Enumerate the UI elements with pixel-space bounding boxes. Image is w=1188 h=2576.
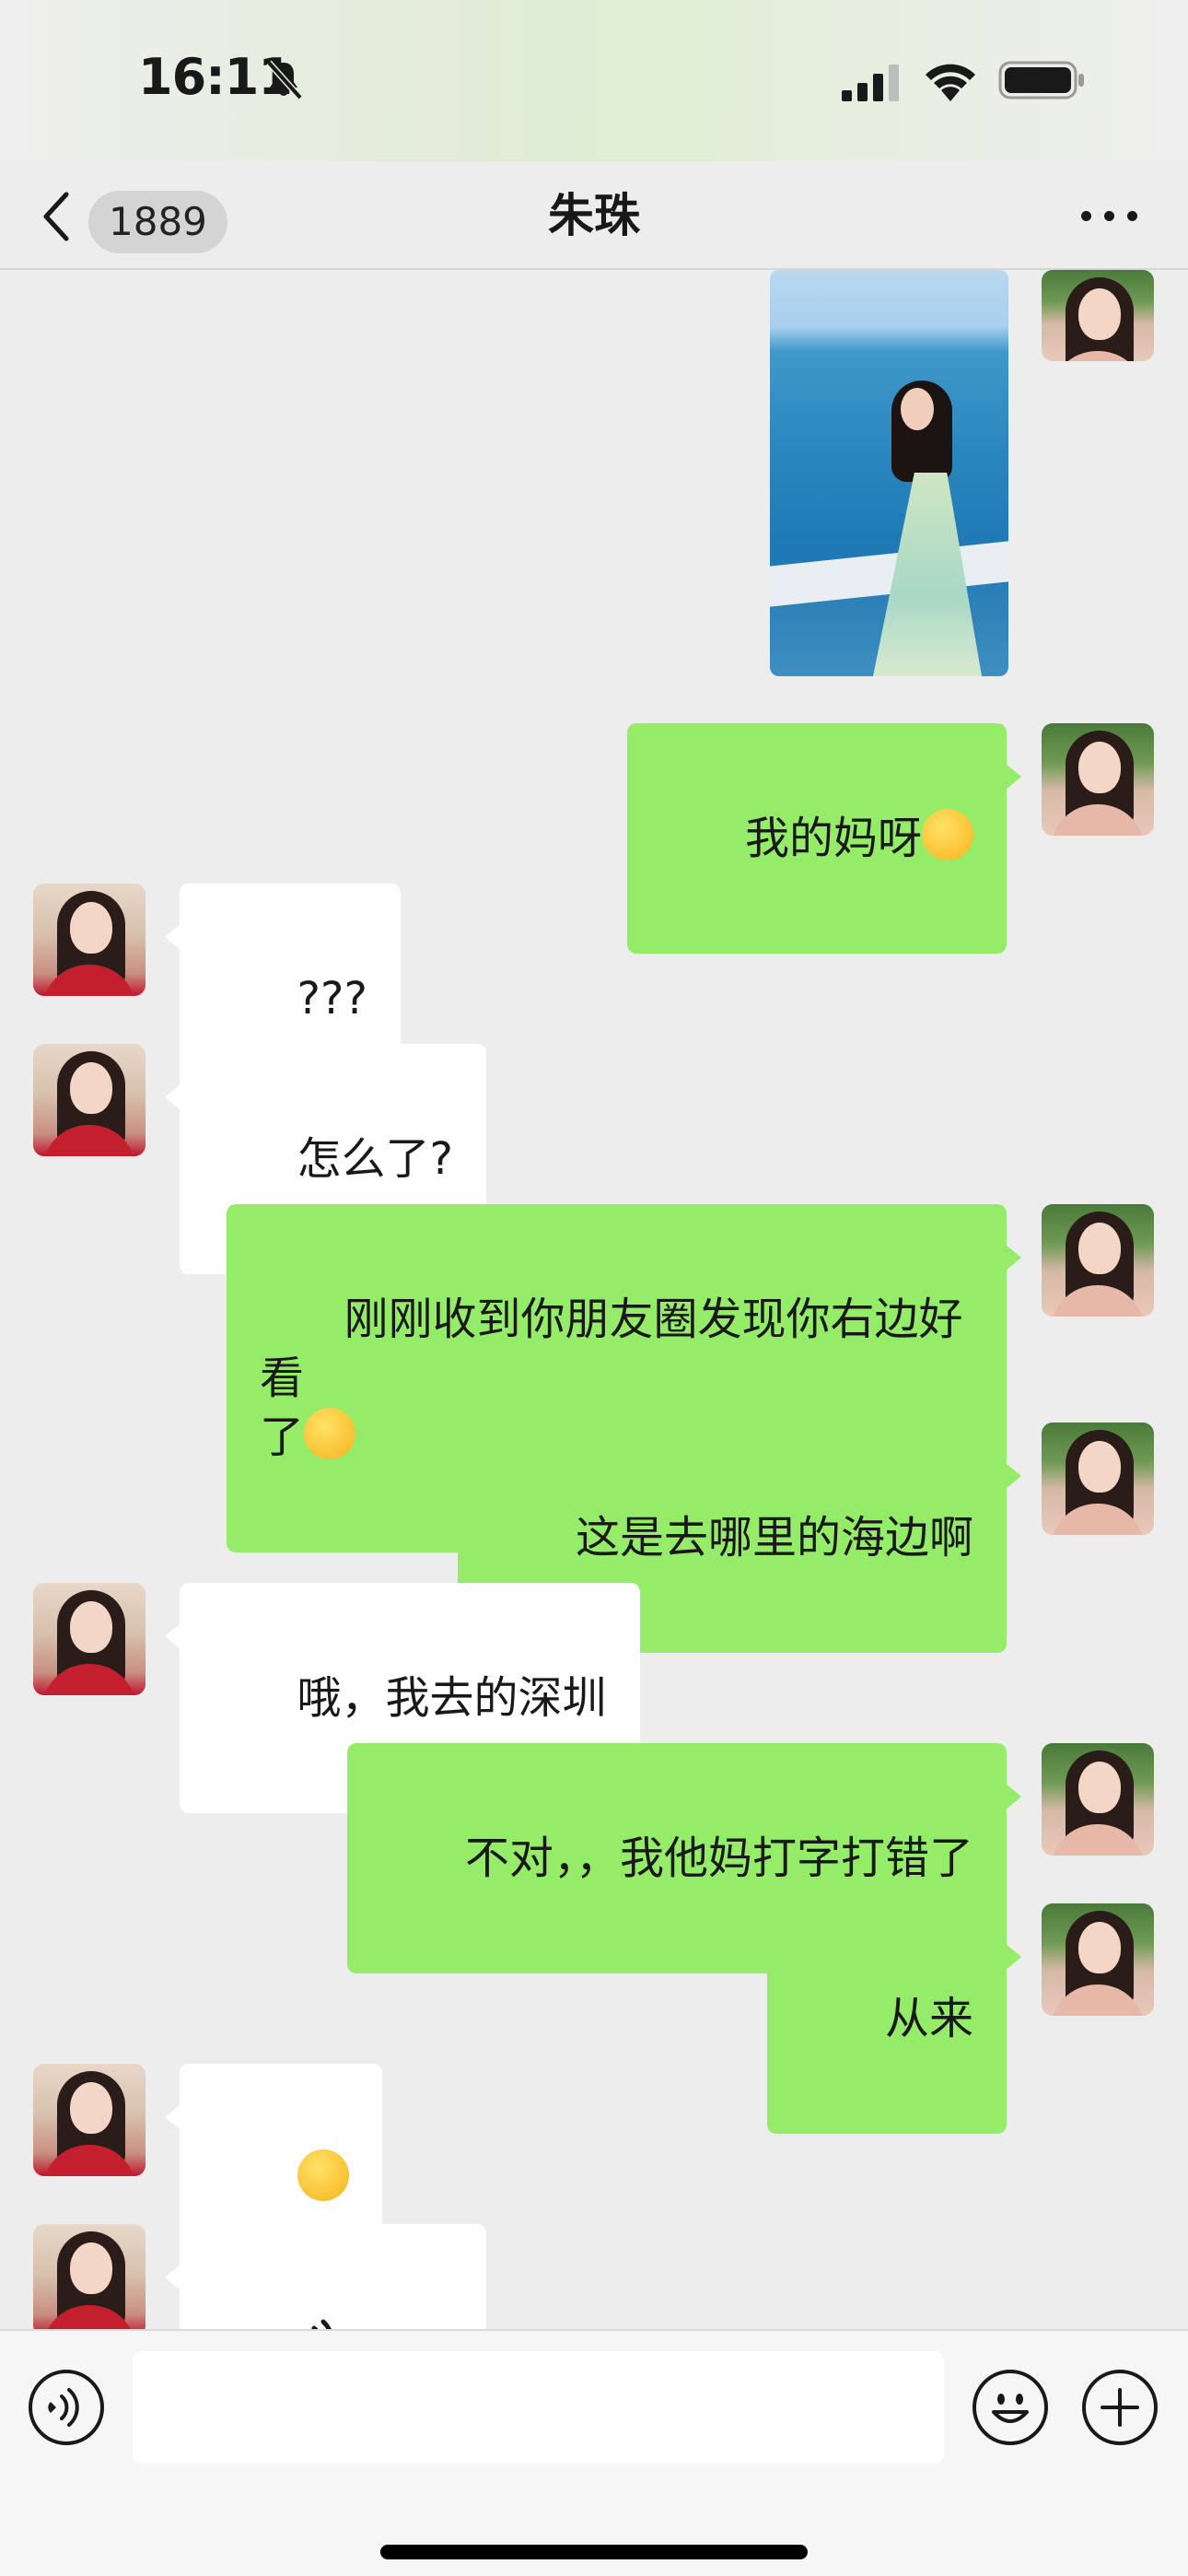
my-avatar[interactable] xyxy=(1042,270,1154,361)
status-bar: 16:11 xyxy=(0,0,1188,161)
message-text: 这是去哪里的海边啊 xyxy=(575,1512,973,1563)
input-bar xyxy=(0,2329,1188,2576)
more-icon xyxy=(1081,211,1091,221)
heart-eyes-emoji-icon xyxy=(304,1408,356,1459)
voice-wave-icon xyxy=(311,2319,332,2329)
plus-button[interactable] xyxy=(1082,2370,1158,2445)
my-avatar[interactable] xyxy=(1042,1903,1154,2016)
message-text: 我的妈呀 xyxy=(744,813,922,864)
crying-emoji-icon xyxy=(922,809,973,861)
my-avatar[interactable] xyxy=(1042,1743,1154,1856)
voice-toggle-icon xyxy=(48,2388,79,2427)
contact-avatar[interactable] xyxy=(33,884,146,996)
chat-title: 朱珠 xyxy=(548,189,640,242)
message-text: 从来 xyxy=(884,1993,973,2044)
battery-icon xyxy=(998,61,1084,100)
message-row xyxy=(0,270,1188,676)
plus-icon xyxy=(1101,2388,1139,2427)
crying-emoji-icon xyxy=(297,2149,349,2201)
home-indicator[interactable] xyxy=(380,2545,808,2559)
emoji-icon xyxy=(992,2394,1029,2423)
message-text: ??? xyxy=(297,973,367,1025)
contact-avatar[interactable] xyxy=(33,2064,146,2176)
message-input[interactable] xyxy=(133,2351,944,2464)
bell-slash-icon xyxy=(266,60,303,100)
my-avatar[interactable] xyxy=(1042,1423,1154,1535)
message-image[interactable] xyxy=(770,270,1008,676)
contact-avatar[interactable] xyxy=(33,1583,146,1695)
nav-bar: 1889 朱珠 xyxy=(0,161,1188,270)
message-text: 哦，我去的深圳 xyxy=(297,1672,607,1724)
message-text: 怎么了? xyxy=(297,1133,454,1185)
more-button[interactable] xyxy=(1077,189,1142,244)
wifi-icon xyxy=(926,64,975,101)
voice-message[interactable]: 5" xyxy=(165,2224,486,2329)
message-text: 不对，，我他妈打字打错了 xyxy=(464,1832,973,1884)
my-avatar[interactable] xyxy=(1042,723,1154,836)
voice-toggle-button[interactable] xyxy=(29,2370,104,2445)
emoji-button[interactable] xyxy=(973,2370,1048,2445)
cellular-signal-icon xyxy=(842,64,899,101)
message-bubble[interactable]: 我的妈呀 xyxy=(627,723,1021,954)
contact-avatar[interactable] xyxy=(33,2224,146,2329)
chat-area[interactable]: 我的妈呀 ??? 怎么了? 刚刚收到你朋友圈发现你右边好看 了 这是去哪里的海边… xyxy=(0,270,1188,2329)
contact-avatar[interactable] xyxy=(33,1044,146,1156)
my-avatar[interactable] xyxy=(1042,1204,1154,1317)
message-bubble[interactable]: 从来 xyxy=(767,1903,1021,2134)
